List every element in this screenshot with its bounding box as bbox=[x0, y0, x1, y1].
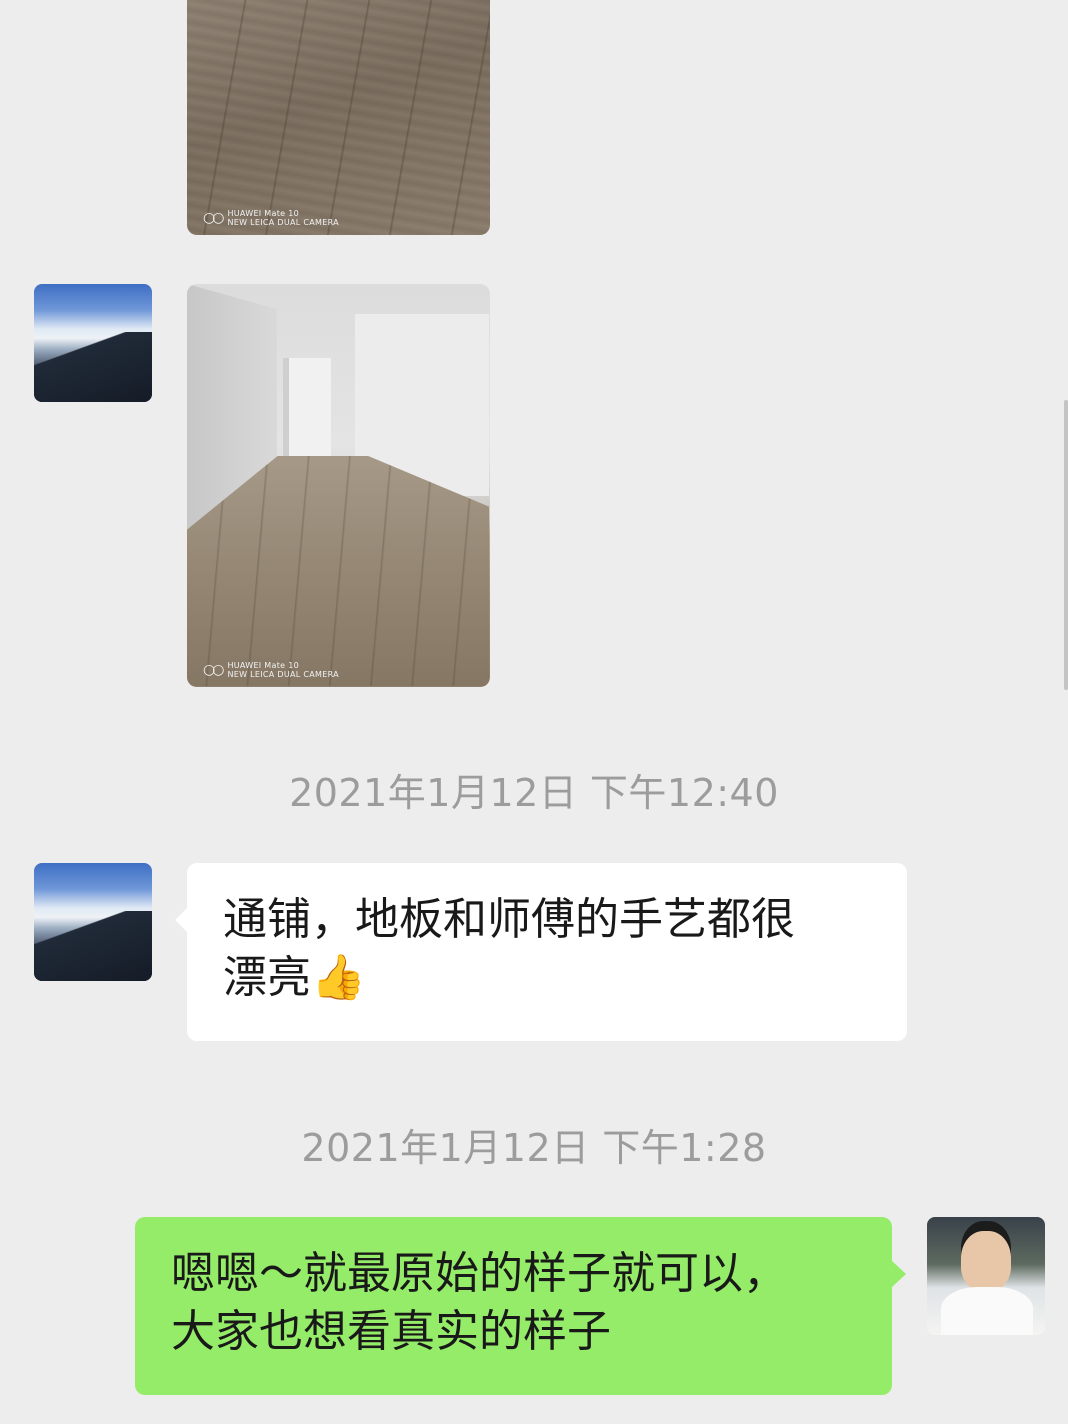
camera-rings-icon: ○○ bbox=[203, 209, 225, 226]
watermark-model: HUAWEI Mate 10 bbox=[227, 661, 299, 670]
avatar-face bbox=[961, 1231, 1011, 1291]
camera-watermark: ○○ HUAWEI Mate 10 NEW LEICA DUAL CAMERA bbox=[203, 661, 339, 679]
message-text-line: 嗯嗯～就最原始的样子就可以， bbox=[171, 1248, 787, 1299]
scrollbar[interactable] bbox=[1064, 400, 1068, 690]
chat-image-room[interactable]: ○○ HUAWEI Mate 10 NEW LEICA DUAL CAMERA bbox=[187, 284, 490, 687]
message-text-line: 大家也想看真实的样子 bbox=[171, 1306, 611, 1357]
thumbs-up-emoji: 👍 bbox=[311, 952, 366, 1003]
message-text-line: 通铺，地板和师傅的手艺都很 bbox=[223, 894, 795, 945]
message-text-line: 漂亮👍 bbox=[223, 949, 871, 1007]
watermark-model: HUAWEI Mate 10 bbox=[227, 209, 299, 218]
camera-watermark: ○○ HUAWEI Mate 10 NEW LEICA DUAL CAMERA bbox=[203, 209, 339, 227]
contact-avatar[interactable] bbox=[34, 284, 152, 402]
room-doorway bbox=[283, 358, 331, 462]
avatar-shirt bbox=[941, 1287, 1033, 1335]
message-bubble-outgoing[interactable]: 嗯嗯～就最原始的样子就可以， 大家也想看真实的样子 bbox=[135, 1217, 906, 1395]
watermark-camera: NEW LEICA DUAL CAMERA bbox=[227, 218, 339, 227]
timestamp: 2021年1月12日 下午1:28 bbox=[301, 1126, 767, 1170]
self-avatar[interactable] bbox=[927, 1217, 1045, 1335]
watermark-camera: NEW LEICA DUAL CAMERA bbox=[227, 670, 339, 679]
camera-rings-icon: ○○ bbox=[203, 661, 225, 678]
timestamp: 2021年1月12日 下午12:40 bbox=[289, 771, 779, 815]
chat-image-floor[interactable]: ○○ HUAWEI Mate 10 NEW LEICA DUAL CAMERA bbox=[187, 0, 490, 235]
message-text-fragment: 漂亮 bbox=[223, 952, 311, 1003]
contact-avatar[interactable] bbox=[34, 863, 152, 981]
message-bubble-incoming[interactable]: 通铺，地板和师傅的手艺都很 漂亮👍 bbox=[175, 863, 907, 1041]
